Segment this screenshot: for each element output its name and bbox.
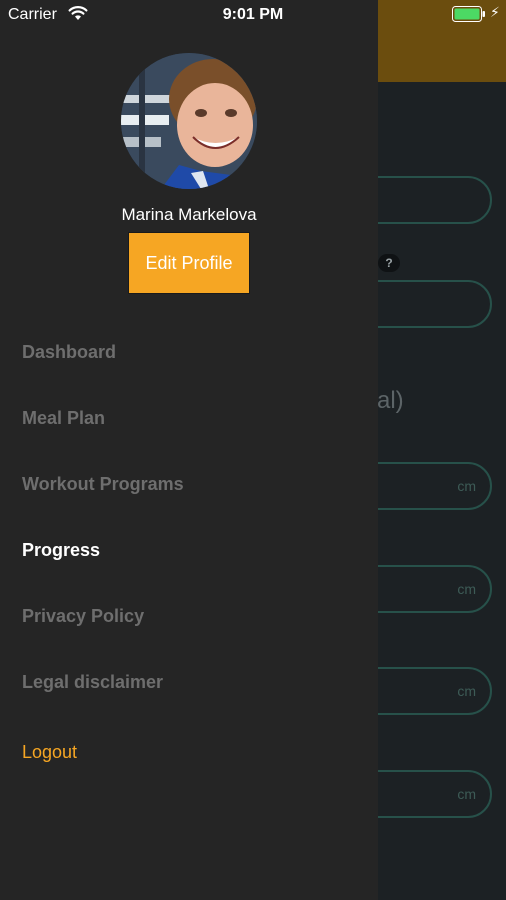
clock: 9:01 PM (222, 6, 284, 23)
menu-item-legal-disclaimer[interactable]: Legal disclaimer (22, 672, 163, 693)
unit-label: cm (457, 683, 476, 699)
unit-label: cm (457, 581, 476, 597)
avatar[interactable] (121, 53, 257, 189)
unit-label: cm (457, 478, 476, 494)
status-bar: Carrier 9:01 PM ⚡ (0, 0, 506, 30)
side-drawer: Marina Markelova Edit Profile Dashboard … (0, 0, 378, 900)
menu-item-workout-programs[interactable]: Workout Programs (22, 474, 184, 495)
background-heading-fragment: al) (377, 387, 404, 414)
menu-item-privacy-policy[interactable]: Privacy Policy (22, 606, 144, 627)
logout-button[interactable]: Logout (22, 742, 77, 763)
help-icon: ? (378, 254, 400, 272)
menu-item-progress[interactable]: Progress (22, 540, 100, 561)
menu-item-dashboard[interactable]: Dashboard (22, 342, 116, 363)
charging-bolt-icon: ⚡ (490, 4, 500, 20)
edit-profile-button[interactable]: Edit Profile (128, 232, 250, 294)
unit-label: cm (457, 786, 476, 802)
user-name: Marina Markelova (121, 205, 257, 224)
battery-icon (452, 6, 486, 27)
menu-item-meal-plan[interactable]: Meal Plan (22, 408, 105, 429)
